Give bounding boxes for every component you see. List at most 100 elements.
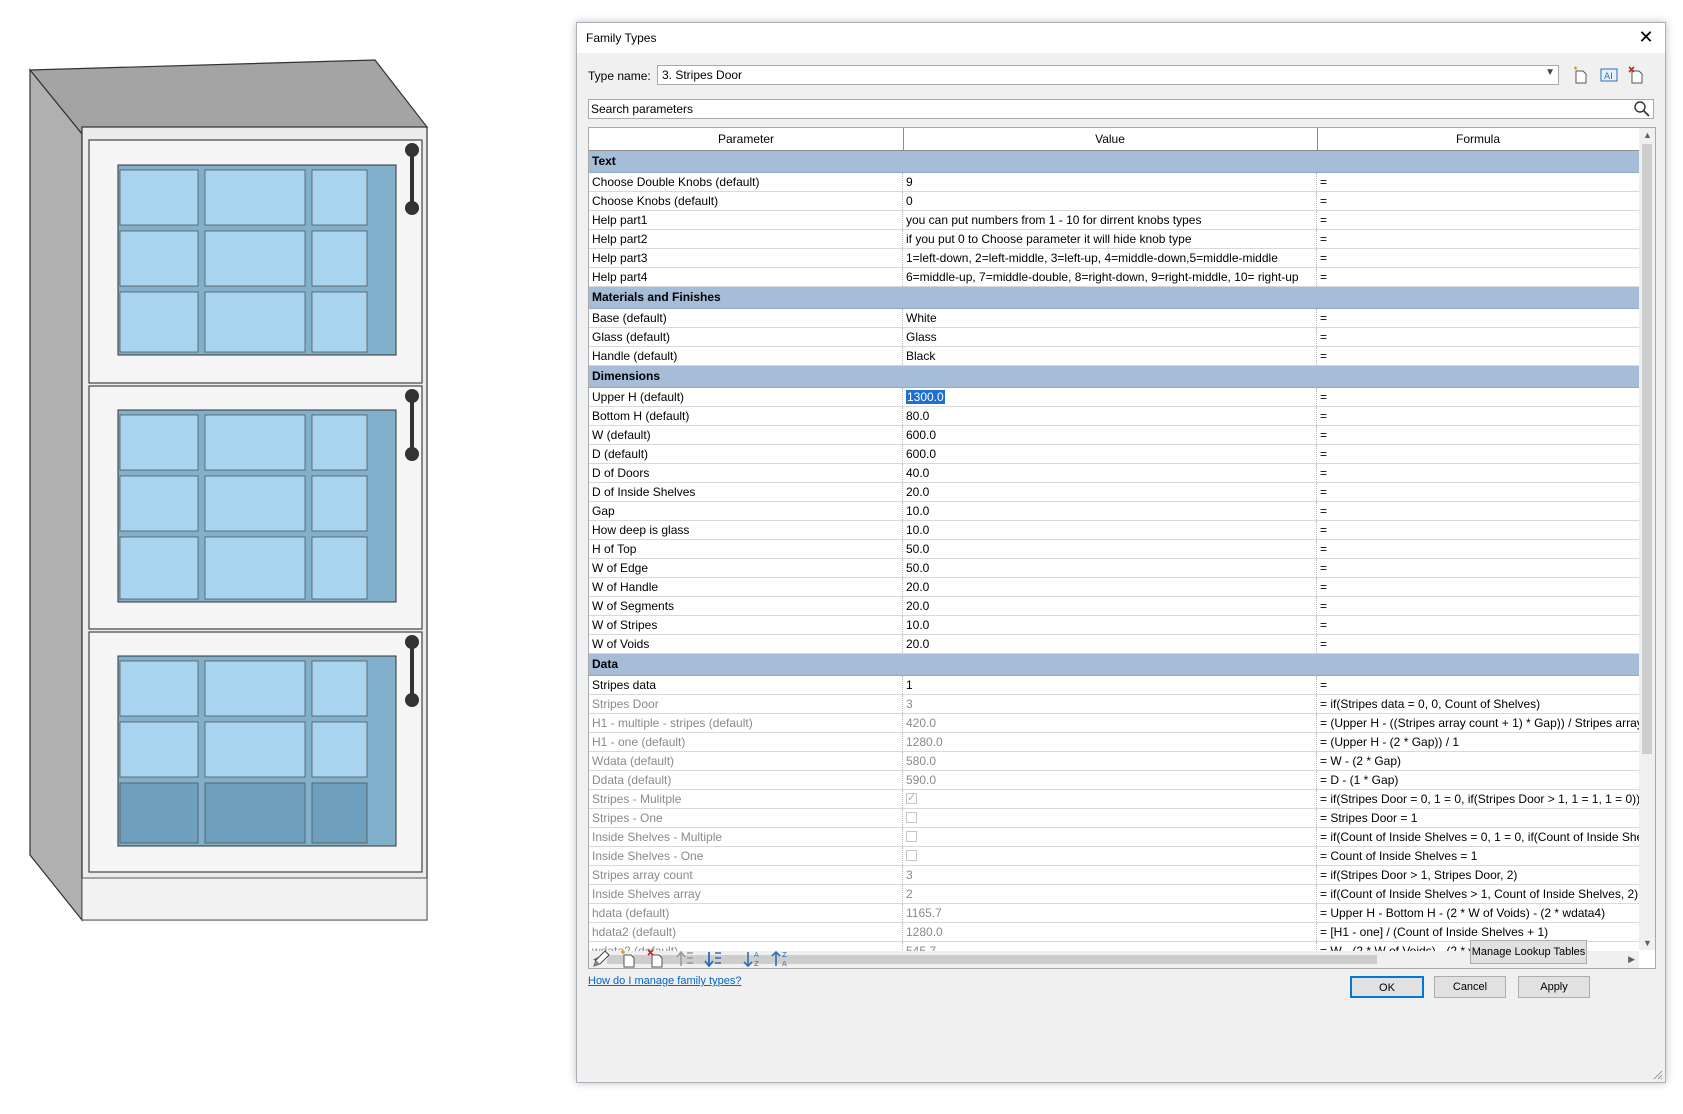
parameter-formula[interactable]: = (1317, 578, 1639, 596)
parameter-formula[interactable]: = (1317, 616, 1639, 634)
vertical-scrollbar[interactable]: ▲ ▼ (1639, 128, 1655, 950)
search-input[interactable] (591, 101, 1621, 116)
parameter-row[interactable]: Help part4 6=middle-up, 7=middle-double, … (589, 268, 1639, 287)
parameter-formula[interactable]: = W - (2 * Gap) (1317, 752, 1639, 770)
parameter-formula[interactable]: = (1317, 521, 1639, 539)
parameter-formula[interactable]: = (1317, 483, 1639, 501)
sort-descending-icon[interactable]: Z A (770, 948, 792, 970)
parameter-row[interactable]: H of Top 50.0 = (589, 540, 1639, 559)
parameter-formula[interactable]: = (1317, 230, 1639, 248)
parameter-row[interactable]: Ddata (default) 590.0 = D - (1 * Gap) (589, 771, 1639, 790)
manage-lookup-tables-button[interactable]: Manage Lookup Tables (1470, 940, 1587, 964)
vertical-scroll-thumb[interactable] (1642, 144, 1652, 754)
new-type-icon[interactable] (1571, 65, 1591, 85)
parameter-value[interactable]: you can put numbers from 1 - 10 for dirr… (903, 211, 1317, 229)
parameter-row[interactable]: Upper H (default) 1300.0 = (589, 388, 1639, 407)
parameter-value[interactable]: 1300.0 (903, 388, 1317, 406)
parameter-value[interactable]: 600.0 (903, 426, 1317, 444)
parameter-formula[interactable]: = if(Stripes Door = 0, 1 = 0, if(Stripes… (1317, 790, 1639, 808)
parameter-formula[interactable]: = (Upper H - (2 * Gap)) / 1 (1317, 733, 1639, 751)
parameter-formula[interactable]: = (1317, 173, 1639, 191)
column-header-formula[interactable]: Formula (1317, 128, 1639, 150)
help-link[interactable]: How do I manage family types? (588, 975, 741, 987)
scroll-down-icon[interactable]: ▼ (1643, 938, 1652, 948)
parameter-value[interactable]: 20.0 (903, 578, 1317, 596)
parameter-value[interactable]: 20.0 (903, 597, 1317, 615)
parameter-formula[interactable]: = (1317, 540, 1639, 558)
parameter-value[interactable]: Glass (903, 328, 1317, 346)
parameter-formula[interactable]: = if(Stripes data = 0, 0, Count of Shelv… (1317, 695, 1639, 713)
parameter-value[interactable]: 600.0 (903, 445, 1317, 463)
parameter-row[interactable]: Gap 10.0 = (589, 502, 1639, 521)
parameter-value[interactable]: 80.0 (903, 407, 1317, 425)
parameter-row[interactable]: Inside Shelves - One = Count of Inside Sh… (589, 847, 1639, 866)
cancel-button[interactable]: Cancel (1434, 976, 1506, 998)
parameter-row[interactable]: Help part3 1=left-down, 2=left-middle, 3=… (589, 249, 1639, 268)
parameter-formula[interactable]: = (Upper H - ((Stripes array count + 1) … (1317, 714, 1639, 732)
move-up-icon[interactable] (674, 948, 696, 970)
group-header[interactable]: Data (589, 654, 1639, 676)
parameter-formula[interactable]: = D - (1 * Gap) (1317, 771, 1639, 789)
delete-parameter-icon[interactable] (646, 948, 668, 970)
parameter-formula[interactable]: = Stripes Door = 1 (1317, 809, 1639, 827)
parameter-formula[interactable]: = (1317, 676, 1639, 694)
delete-type-icon[interactable] (1627, 65, 1647, 85)
scroll-up-icon[interactable]: ▲ (1643, 130, 1652, 140)
parameter-row[interactable]: Inside Shelves array 2 = if(Count of Insid… (589, 885, 1639, 904)
sort-ascending-icon[interactable]: A Z (742, 948, 764, 970)
parameter-row[interactable]: hdata (default) 1165.7 = Upper H - Bottom … (589, 904, 1639, 923)
new-parameter-icon[interactable] (618, 948, 640, 970)
parameter-formula[interactable]: = (1317, 211, 1639, 229)
parameter-row[interactable]: W of Edge 50.0 = (589, 559, 1639, 578)
parameter-formula[interactable]: = (1317, 388, 1639, 406)
parameter-formula[interactable]: = Upper H - Bottom H - (2 * W of Voids) … (1317, 904, 1639, 922)
parameter-formula[interactable]: = Count of Inside Shelves = 1 (1317, 847, 1639, 865)
parameter-formula[interactable]: = (1317, 635, 1639, 653)
parameter-formula[interactable]: = (1317, 268, 1639, 286)
parameter-row[interactable]: H1 - multiple - stripes (default) 420.0 = … (589, 714, 1639, 733)
parameter-formula[interactable]: = (1317, 249, 1639, 267)
parameter-formula[interactable]: = (1317, 559, 1639, 577)
parameter-row[interactable]: Stripes - One = Stripes Door = 1 (589, 809, 1639, 828)
search-icon[interactable] (1633, 100, 1651, 118)
parameter-row[interactable]: W of Voids 20.0 = (589, 635, 1639, 654)
parameter-value[interactable]: White (903, 309, 1317, 327)
parameter-formula[interactable]: = (1317, 502, 1639, 520)
parameter-row[interactable]: W of Stripes 10.0 = (589, 616, 1639, 635)
parameter-value[interactable]: 50.0 (903, 559, 1317, 577)
parameter-row[interactable]: Base (default) White = (589, 309, 1639, 328)
parameter-row[interactable]: Bottom H (default) 80.0 = (589, 407, 1639, 426)
move-down-icon[interactable] (702, 948, 724, 970)
group-header[interactable]: Dimensions (589, 366, 1639, 388)
parameter-row[interactable]: Help part2 if you put 0 to Choose paramet… (589, 230, 1639, 249)
parameter-row[interactable]: How deep is glass 10.0 = (589, 521, 1639, 540)
parameter-value[interactable]: Black (903, 347, 1317, 365)
parameter-value[interactable]: 20.0 (903, 483, 1317, 501)
parameter-value[interactable]: 9 (903, 173, 1317, 191)
parameter-row[interactable]: Stripes - Mulitple ✓ = if(Stripes Door = 0… (589, 790, 1639, 809)
parameter-row[interactable]: Stripes data 1 = (589, 676, 1639, 695)
type-name-dropdown[interactable]: 3. Stripes Door ▼ (657, 65, 1559, 85)
close-icon[interactable]: ✕ (1635, 26, 1657, 48)
parameter-value[interactable]: 6=middle-up, 7=middle-double, 8=right-do… (903, 268, 1317, 286)
group-header[interactable]: Text (589, 151, 1639, 173)
parameter-value[interactable]: 40.0 (903, 464, 1317, 482)
parameter-row[interactable]: W (default) 600.0 = (589, 426, 1639, 445)
parameter-formula[interactable]: = (1317, 445, 1639, 463)
parameter-formula[interactable]: = [H1 - one] / (Count of Inside Shelves … (1317, 923, 1639, 941)
group-header[interactable]: Materials and Finishes (589, 287, 1639, 309)
parameter-value[interactable]: 1 (903, 676, 1317, 694)
parameter-formula[interactable]: = (1317, 192, 1639, 210)
parameter-row[interactable]: Stripes Door 3 = if(Stripes data = 0, 0, C… (589, 695, 1639, 714)
parameter-value[interactable]: 10.0 (903, 616, 1317, 634)
parameter-formula[interactable]: = (1317, 426, 1639, 444)
ok-button[interactable]: OK (1350, 976, 1424, 998)
parameter-formula[interactable]: = (1317, 407, 1639, 425)
parameter-row[interactable]: Stripes array count 3 = if(Stripes Door > … (589, 866, 1639, 885)
parameter-row[interactable]: D (default) 600.0 = (589, 445, 1639, 464)
parameter-row[interactable]: D of Doors 40.0 = (589, 464, 1639, 483)
parameter-row[interactable]: Choose Double Knobs (default) 9 = (589, 173, 1639, 192)
parameter-formula[interactable]: = (1317, 309, 1639, 327)
resize-grip-icon[interactable] (1653, 1070, 1663, 1080)
parameter-formula[interactable]: = if(Count of Inside Shelves > 1, Count … (1317, 885, 1639, 903)
